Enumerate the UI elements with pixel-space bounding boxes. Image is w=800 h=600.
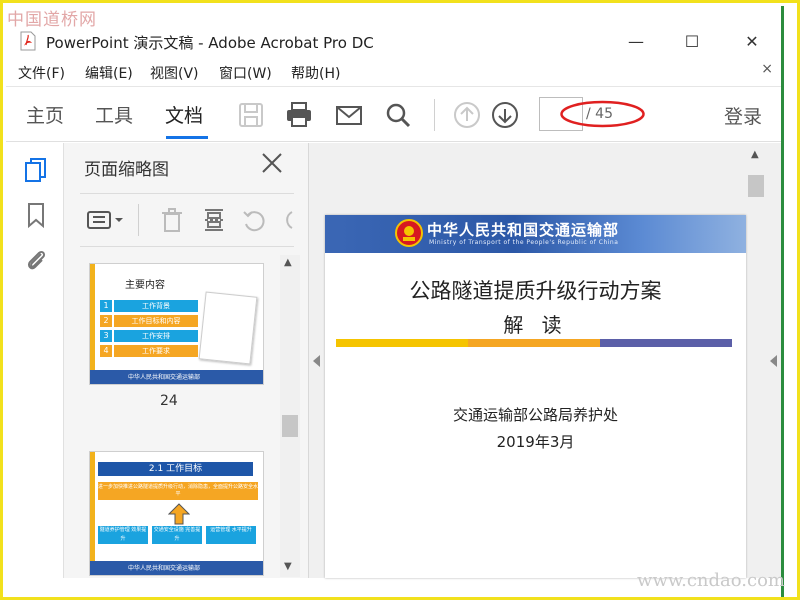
previous-page-icon[interactable] [452,100,482,130]
close-document-icon[interactable]: × [761,61,773,77]
thumbnail-box: 运营管理 水平提升 [206,526,256,544]
national-emblem-icon [395,219,423,247]
menu-window[interactable]: 窗口(W) [219,63,272,83]
banner-english-text: Ministry of Transport of the People's Re… [429,239,619,246]
maximize-button[interactable]: ☐ [672,29,712,55]
tab-document[interactable]: 文档 [165,101,203,128]
scrollbar-thumb[interactable] [282,415,298,437]
row-label: 工作要求 [114,345,198,357]
up-arrow-icon [168,503,190,525]
main-toolbar: 主页 工具 文档 / 45 登录 [6,86,781,142]
ministry-banner: 中华人民共和国交通运输部 Ministry of Transport of th… [325,215,746,253]
color-stripe [600,339,732,347]
login-button[interactable]: 登录 [724,102,762,129]
scroll-up-icon[interactable]: ▲ [284,257,292,268]
collapse-left-icon[interactable] [313,355,320,367]
window-edge [781,6,784,597]
color-stripe [468,339,600,347]
thumbnail-footer: 中华人民共和国交通运输部 [90,561,263,575]
row-label: 工作背景 [114,300,198,312]
tab-home[interactable]: 主页 [26,101,64,128]
banner-chinese-text: 中华人民共和国交通运输部 [427,221,620,239]
title-bar: PowerPoint 演示文稿 - Adobe Acrobat Pro DC —… [6,25,782,59]
menu-help[interactable]: 帮助(H) [291,63,340,83]
thumbnail-box: 隧道养护管理 效果提升 [98,526,148,544]
thumbnail-title: 主要内容 [125,280,165,291]
scroll-down-icon[interactable]: ▼ [284,561,292,572]
document-date: 2019年3月 [496,433,575,451]
menu-file[interactable]: 文件(F) [18,63,65,83]
attachments-icon[interactable] [23,245,49,273]
rotate-right-icon[interactable] [278,206,294,234]
active-tab-indicator [166,136,208,139]
thumbnail-footer: 中华人民共和国交通运输部 [90,370,263,384]
panel-title: 页面缩略图 [84,160,169,180]
toolbar-divider [434,99,435,131]
color-stripe [336,339,468,347]
thumbnail-row: 3 工作安排 [100,330,198,342]
search-icon[interactable] [383,100,413,130]
acrobat-pdf-icon [20,31,36,51]
extract-pages-icon[interactable] [200,206,228,234]
delete-page-icon[interactable] [158,206,186,234]
row-label: 工作目标和内容 [114,315,198,327]
thumbnail-row: 1 工作背景 [100,300,198,312]
document-preview-image [198,291,258,365]
window-title: PowerPoint 演示文稿 - Adobe Acrobat Pro DC [46,34,374,52]
toolbar-divider [138,204,139,236]
options-menu-icon[interactable] [86,206,126,234]
menu-edit[interactable]: 编辑(E) [85,63,133,83]
thumbnail-toolbar [80,193,294,247]
thumbnail-box: 交通安全设施 完善提升 [152,526,202,544]
scroll-up-icon[interactable]: ▲ [751,149,759,160]
red-ellipse-annotation [560,100,645,128]
row-number: 2 [100,315,112,327]
scrollbar-thumb[interactable] [748,175,764,197]
pdf-page: 中华人民共和国交通运输部 Ministry of Transport of th… [325,215,746,578]
watermark-top: 中国道桥网 [7,10,97,30]
page-thumbnail[interactable]: 2.1 工作目标 进一步加快推进公路隧道提质升级行动，消除隐患，全面提升公路安全… [89,451,264,576]
watermark-bottom: www.cndao.com [637,570,785,591]
bookmarks-icon[interactable] [23,201,49,229]
navigation-rail [6,143,64,578]
minimize-button[interactable]: — [616,29,656,55]
app-window: 中国道桥网 PowerPoint 演示文稿 - Adobe Acrobat Pr… [0,0,800,600]
thumbnail-title: 2.1 工作目标 [98,462,253,476]
row-number: 3 [100,330,112,342]
document-view[interactable]: ▲ 中华人民共和国交通运输部 Ministry of Transport of … [309,143,781,578]
footer-text: 中华人民共和国交通运输部 [128,374,201,381]
thumbnail-orange-text: 进一步加快推进公路隧道提质升级行动，消除隐患，全面提升公路安全水平 [98,484,259,497]
menu-view[interactable]: 视图(V) [150,63,199,83]
row-number: 4 [100,345,112,357]
expand-right-pane-icon[interactable] [770,355,777,367]
thumbnail-accent-bar [90,452,95,575]
thumbnail-scrollbar[interactable]: ▲ ▼ [280,255,300,577]
document-organization: 交通运输部公路局养护处 [452,406,618,424]
tab-tools[interactable]: 工具 [95,101,133,128]
document-subtitle: 解 读 [503,313,568,337]
next-page-icon[interactable] [490,100,520,130]
footer-text: 中华人民共和国交通运输部 [128,565,201,572]
row-label: 工作安排 [114,330,198,342]
thumbnail-row: 2 工作目标和内容 [100,315,198,327]
close-window-button[interactable]: ✕ [732,29,772,55]
thumbnail-page-label: 24 [160,393,178,409]
document-title: 公路隧道提质升级行动方案 [409,279,662,303]
print-icon[interactable] [284,100,314,130]
rotate-left-icon[interactable] [240,206,268,234]
close-panel-icon[interactable] [260,151,284,175]
menu-bar: 文件(F) 编辑(E) 视图(V) 窗口(W) 帮助(H) × [6,61,781,85]
save-icon[interactable] [236,100,266,130]
thumbnail-row: 4 工作要求 [100,345,198,357]
page-thumbnail[interactable]: 主要内容 1 工作背景 2 工作目标和内容 3 工作安排 4 工作要求 中华人民… [89,263,264,385]
row-number: 1 [100,300,112,312]
email-icon[interactable] [334,100,364,130]
page-thumbnails-icon[interactable] [23,157,49,185]
page-thumbnails-panel: 页面缩略图 主要内容 1 工作背景 2 工作目标和内容 3 工作安排 4 工作要… [64,143,309,578]
document-scrollbar[interactable]: ▲ [746,147,766,578]
